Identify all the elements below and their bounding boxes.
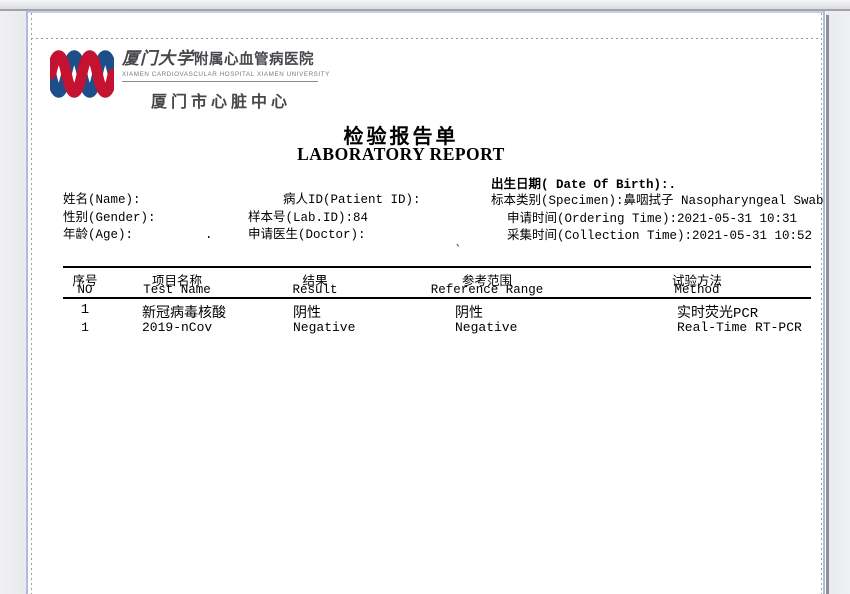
header-boundary xyxy=(31,38,822,39)
doctor-label: 申请医生(Doctor): xyxy=(248,228,366,242)
table-header-rule xyxy=(63,297,811,299)
page-border-left xyxy=(26,11,28,594)
row-reference-cn: 阴性 xyxy=(455,302,483,322)
dna-helix-logo xyxy=(50,46,114,102)
hospital-name-divider xyxy=(122,81,318,82)
row-result-en: Negative xyxy=(293,320,355,335)
lab-id-label: 样本号(Lab.ID):84 xyxy=(248,211,368,225)
row-test-name-cn: 新冠病毒核酸 xyxy=(142,302,226,322)
patient-id-label: 病人ID(Patient ID): xyxy=(283,193,421,207)
window-top-edge xyxy=(0,0,850,9)
page-shadow xyxy=(826,15,829,594)
age-label: 年龄(Age): xyxy=(63,228,133,242)
collection-time-label: 采集时间(Collection Time):2021-05-31 10:52 xyxy=(507,229,812,243)
table-top-rule xyxy=(63,266,811,268)
report-title-en: LABORATORY REPORT xyxy=(26,144,776,165)
page-border-top xyxy=(26,11,825,13)
row-test-name-en: 2019-nCov xyxy=(142,320,212,335)
age-stray-dot: . xyxy=(205,228,213,242)
row-result-cn: 阴性 xyxy=(293,302,321,322)
row-reference-en: Negative xyxy=(455,320,517,335)
hospital-name-en: XIAMEN CARDIOVASCULAR HOSPITAL XIAMEN UN… xyxy=(122,71,320,78)
stray-mark: 、 xyxy=(456,237,465,251)
hospital-name-block: 厦门大学附属心血管病医院 XIAMEN CARDIOVASCULAR HOSPI… xyxy=(122,44,320,112)
hospital-name-rest: 附属心血管病医院 xyxy=(194,52,314,68)
hospital-name-stylized: 厦门大学 xyxy=(122,49,194,68)
row-method-cn: 实时荧光PCR xyxy=(677,302,758,322)
hospital-center-name: 厦门市心脏中心 xyxy=(122,88,320,112)
document-page[interactable]: 厦门大学附属心血管病医院 XIAMEN CARDIOVASCULAR HOSPI… xyxy=(26,11,826,594)
document-viewer: 厦门大学附属心血管病医院 XIAMEN CARDIOVASCULAR HOSPI… xyxy=(0,0,850,594)
page-border-right xyxy=(823,11,825,594)
ordering-time-label: 申请时间(Ordering Time):2021-05-31 10:31 xyxy=(507,212,797,226)
name-label: 姓名(Name): xyxy=(63,193,141,207)
gender-label: 性别(Gender): xyxy=(63,211,156,225)
dob-label: 出生日期( Date Of Birth):. xyxy=(491,178,676,192)
hospital-name-cn: 厦门大学附属心血管病医院 xyxy=(122,44,320,69)
specimen-label: 标本类别(Specimen):鼻咽拭子 Nasopharyngeal Swab xyxy=(491,194,824,208)
text-boundary-right xyxy=(821,13,822,594)
row-method-en: Real-Time RT-PCR xyxy=(677,320,802,335)
col-header-method-en: Method xyxy=(572,283,822,297)
